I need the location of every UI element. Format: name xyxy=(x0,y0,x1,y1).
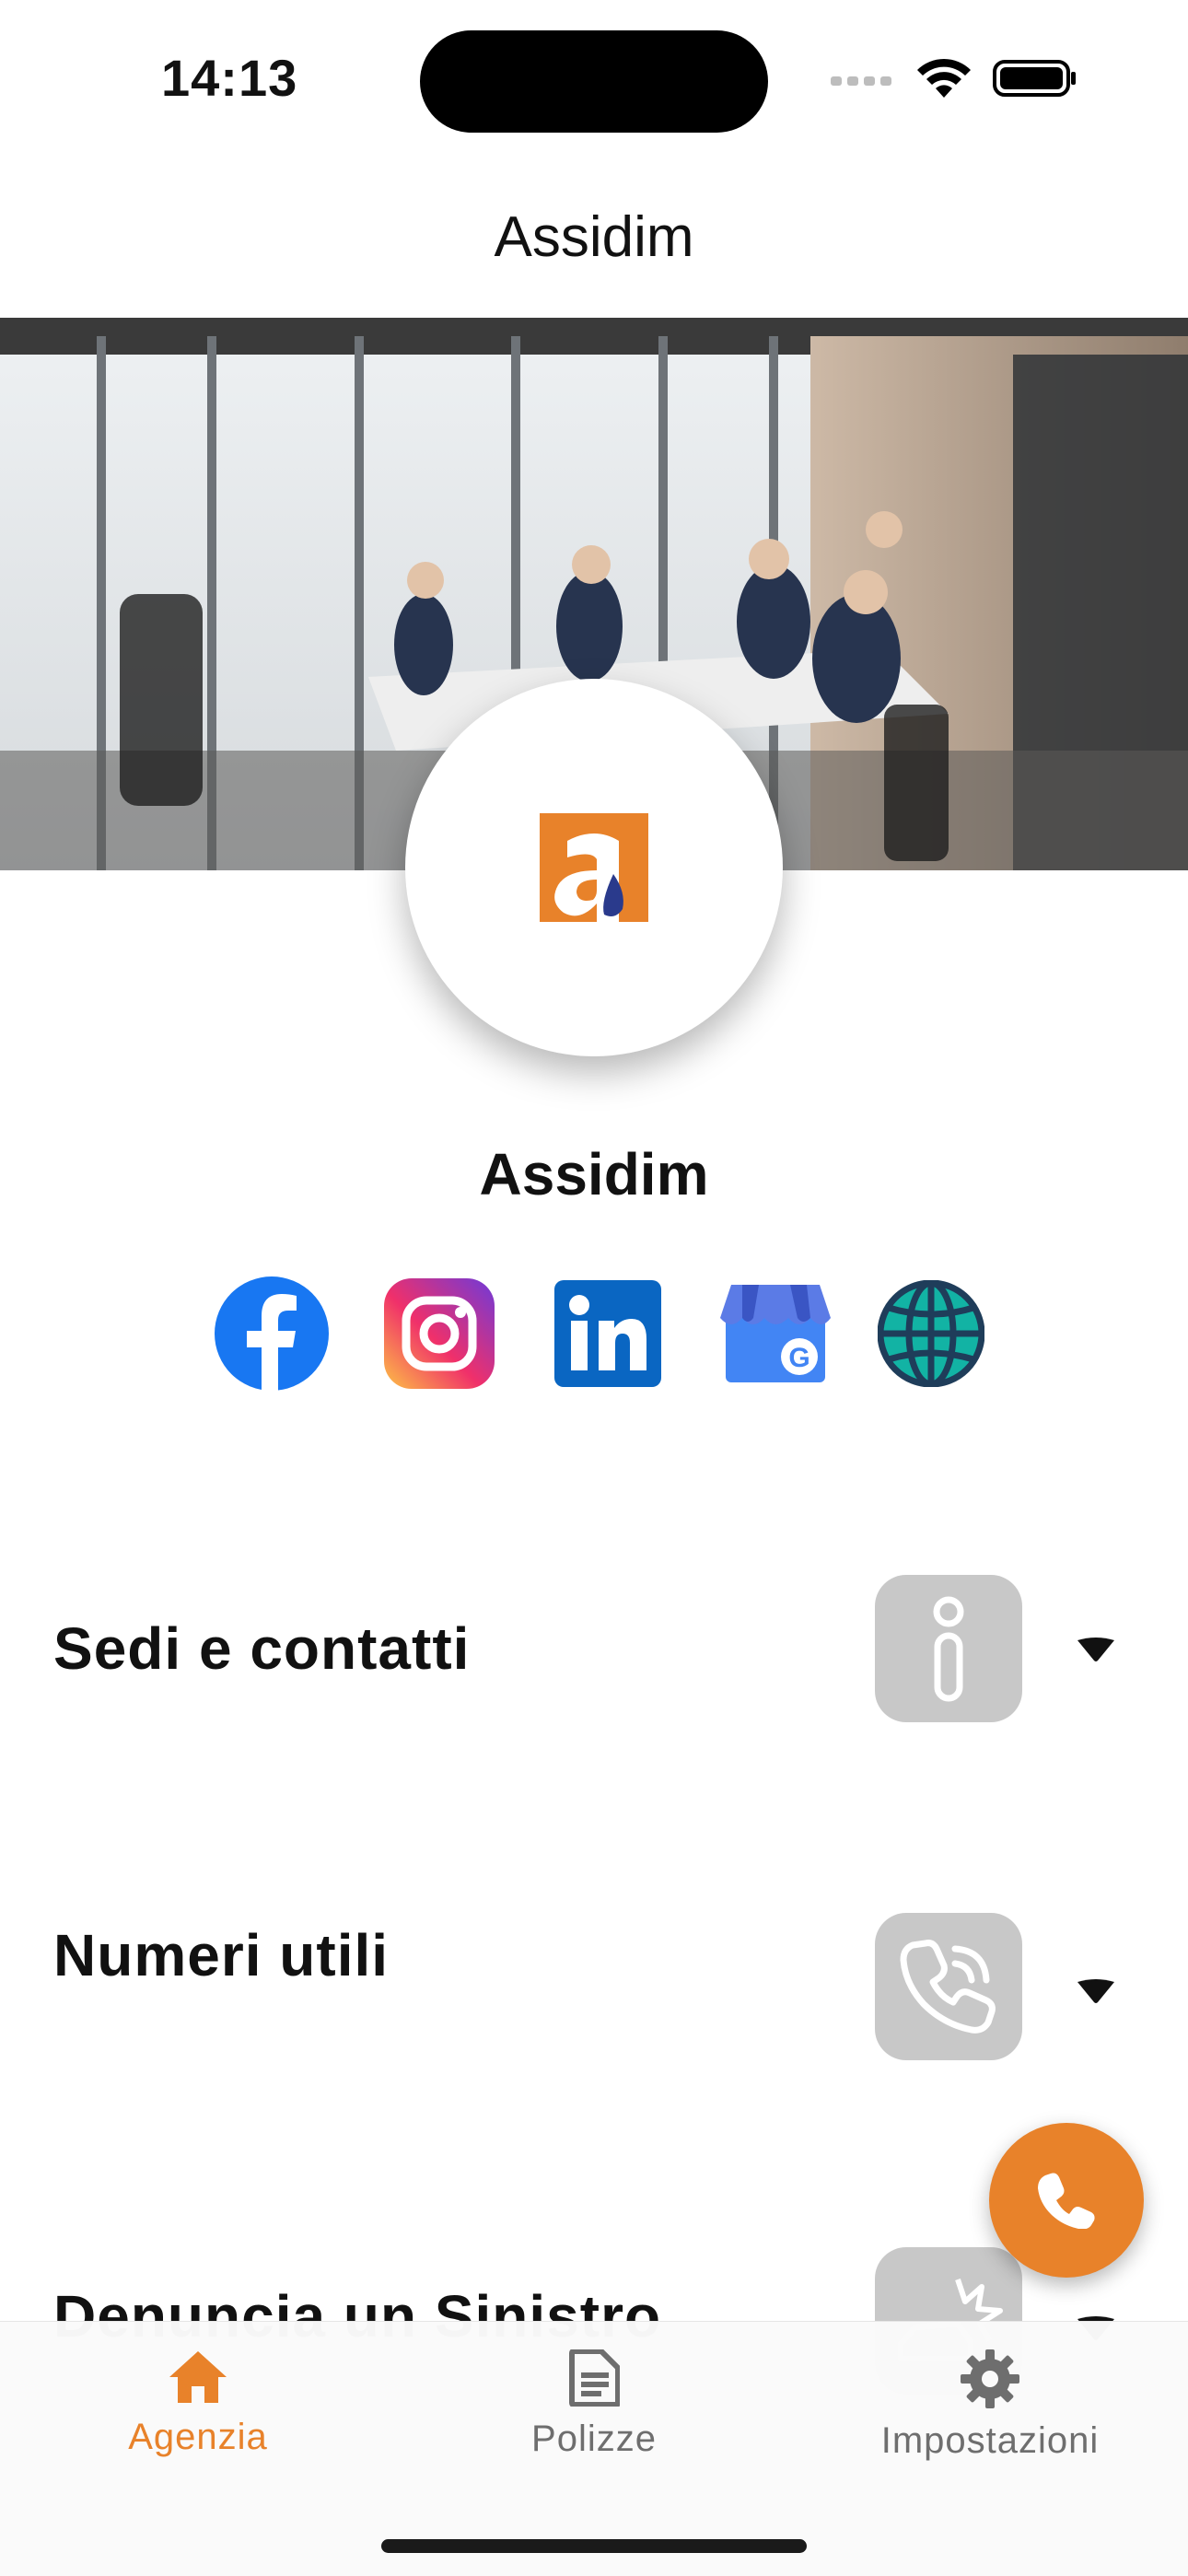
assidim-logo-icon xyxy=(540,813,648,922)
agency-name: Assidim xyxy=(479,1141,709,1207)
status-time: 14:13 xyxy=(161,49,298,107)
call-fab-button[interactable] xyxy=(989,2123,1144,2278)
website-link[interactable] xyxy=(871,1274,991,1393)
info-icon xyxy=(875,1575,1022,1722)
page-title: Assidim xyxy=(494,205,694,269)
battery-icon xyxy=(993,60,1076,97)
linkedin-link[interactable] xyxy=(548,1274,668,1393)
facebook-icon xyxy=(215,1276,329,1392)
status-bar: 14:13 xyxy=(0,0,1188,147)
dynamic-island xyxy=(420,30,768,133)
tab-bar: Agenzia Polizze Impostazioni xyxy=(0,2321,1188,2576)
wifi-icon xyxy=(917,58,971,98)
svg-text:G: G xyxy=(788,1343,809,1373)
tab-label: Agenzia xyxy=(128,2417,268,2457)
signal-icon xyxy=(831,76,891,86)
tab-label: Polizze xyxy=(531,2419,657,2459)
instagram-icon xyxy=(384,1278,495,1389)
tab-polizze[interactable]: Polizze xyxy=(447,2349,741,2460)
chevron-down-icon xyxy=(1077,1979,1114,2003)
website-globe-icon xyxy=(878,1280,984,1387)
phone-icon xyxy=(1038,2173,1095,2229)
social-links: G xyxy=(0,1274,1188,1393)
gear-icon xyxy=(961,2349,1019,2408)
tab-impostazioni[interactable]: Impostazioni xyxy=(843,2349,1137,2462)
chevron-down-icon xyxy=(1077,1638,1114,1661)
section-title: Sedi e contatti xyxy=(53,1615,471,1682)
home-icon xyxy=(169,2351,227,2403)
agency-logo xyxy=(405,679,783,1056)
facebook-link[interactable] xyxy=(212,1274,332,1393)
linkedin-icon xyxy=(554,1280,661,1387)
section-sedi-e-contatti[interactable]: Sedi e contatti xyxy=(0,1570,1188,1727)
status-icons xyxy=(831,57,1077,99)
google-business-icon: G xyxy=(720,1285,831,1382)
google-business-link[interactable]: G xyxy=(716,1274,835,1393)
tab-agenzia[interactable]: Agenzia xyxy=(51,2349,345,2458)
phone-call-icon xyxy=(875,1913,1022,2060)
document-icon xyxy=(569,2349,621,2407)
section-title: Numeri utili xyxy=(53,1922,390,1988)
section-numeri-utili[interactable]: Numeri utili xyxy=(0,1908,1188,2065)
home-indicator xyxy=(381,2539,807,2553)
tab-label: Impostazioni xyxy=(880,2420,1100,2461)
instagram-link[interactable] xyxy=(379,1274,499,1393)
